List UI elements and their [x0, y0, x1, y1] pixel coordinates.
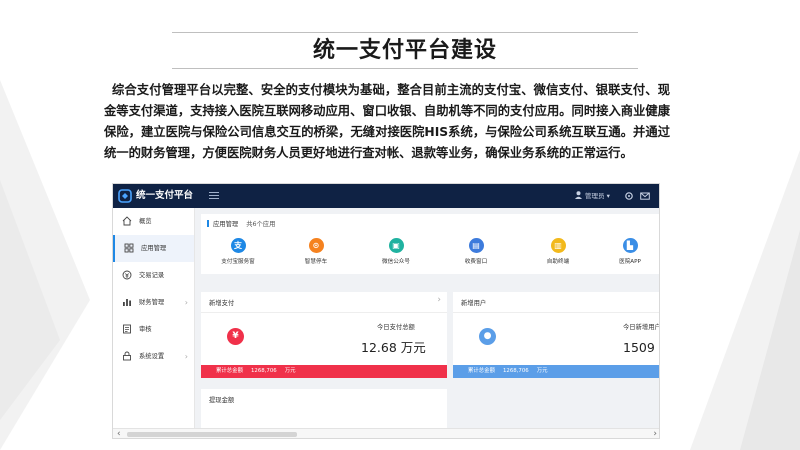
intro-paragraph: 综合支付管理平台以完整、安全的支付模块为基础，整合目前主流的支付宝、微信支付、银…: [104, 83, 670, 160]
chevron-right-icon: ›: [184, 298, 188, 307]
app-item-parking[interactable]: ⊙ 智慧停车: [281, 238, 351, 265]
scrollbar-thumb[interactable]: [127, 432, 297, 437]
sidebar-item-audit[interactable]: 审核: [113, 316, 194, 343]
user-icon: ●: [479, 328, 496, 345]
card-title: 新增支付: [209, 300, 235, 307]
card-title: 新增用户: [461, 300, 487, 307]
app-item-hospital-app[interactable]: ▙ 医院APP: [595, 238, 659, 265]
user-menu[interactable]: 管理员 ▾: [575, 184, 610, 208]
app-management-card: 应用管理 共6个应用 支 支付宝服务窗 ⊙ 智慧停车 ▣ 微信公众号 ▤ 收费窗口: [201, 214, 659, 274]
total-label: 累计总金额: [468, 368, 495, 374]
total-label: 累计总金额: [216, 368, 243, 374]
hospital-app-icon: ▙: [622, 238, 638, 253]
total-unit: 万元: [536, 368, 548, 374]
sidebar-item-label: 财务管理: [139, 299, 165, 306]
sidebar-item-finance[interactable]: 财务管理 ›: [113, 289, 194, 316]
today-users-value: 1509 个: [623, 340, 659, 355]
wechat-icon: ▣: [388, 238, 404, 253]
new-payment-card: 新增支付 › ¥ 今日支付总额 12.68 万元 累计总金额 1268,706 万元: [201, 292, 447, 378]
app-item-wechat[interactable]: ▣ 微信公众号: [361, 238, 431, 265]
sidebar-item-label: 交易记录: [139, 272, 165, 279]
app-item-counter[interactable]: ▤ 收费窗口: [441, 238, 511, 265]
sidebar: 概览 应用管理 交易记录 财务管理 › 审核 系统设置 ›: [113, 208, 195, 428]
app-title: 统一支付平台: [136, 190, 194, 201]
sidebar-item-overview[interactable]: 概览: [113, 208, 194, 235]
app-list: 支 支付宝服务窗 ⊙ 智慧停车 ▣ 微信公众号 ▤ 收费窗口 ▥ 自助终端 ▙ …: [201, 238, 659, 274]
user-icon: [575, 191, 582, 199]
app-item-label: 智慧停车: [304, 259, 328, 265]
kiosk-icon: ▥: [550, 238, 566, 253]
card-header: 应用管理 共6个应用: [207, 219, 275, 228]
top-navbar: 统一支付平台 管理员 ▾: [113, 184, 659, 208]
apps-grid-icon: [124, 243, 134, 253]
main-content: 应用管理 共6个应用 支 支付宝服务窗 ⊙ 智慧停车 ▣ 微信公众号 ▤ 收费窗口: [201, 214, 660, 429]
background-triangle-decoration: [690, 150, 800, 450]
finance-chart-icon: [123, 299, 131, 306]
background-triangle-decoration: [0, 80, 90, 450]
app-count: 共6个应用: [246, 221, 276, 228]
sidebar-item-label: 系统设置: [139, 353, 165, 360]
logo-icon: [118, 189, 132, 203]
app-item-label: 支付宝服务窗: [221, 259, 255, 265]
payment-total-bar: 累计总金额 1268,706 万元: [201, 365, 447, 378]
app-window: 统一支付平台 管理员 ▾ 概览 应用管理 交易记录 财务管理 › 审核 系统设置…: [112, 183, 660, 439]
menu-toggle-icon[interactable]: [209, 192, 219, 200]
chevron-right-icon: ›: [184, 352, 188, 361]
sidebar-item-app-management[interactable]: 应用管理: [113, 235, 194, 262]
total-unit: 万元: [284, 368, 296, 374]
home-icon: [122, 216, 132, 226]
transaction-icon: [122, 270, 132, 280]
mail-icon[interactable]: [640, 191, 650, 201]
withdraw-card: 提现金额: [201, 389, 447, 429]
parking-icon: ⊙: [308, 238, 324, 253]
title-rule: [172, 68, 638, 69]
scroll-right-icon[interactable]: ›: [653, 429, 657, 438]
app-item-label: 医院APP: [619, 259, 641, 265]
total-value: 1268,706: [250, 368, 277, 374]
yuan-icon: ¥: [227, 328, 244, 345]
settings-icon: [123, 351, 131, 361]
sidebar-item-label: 审核: [139, 326, 152, 333]
app-item-label: 自助终端: [546, 259, 570, 265]
slide-title: 统一支付平台建设: [312, 38, 497, 63]
audit-icon: [123, 324, 131, 334]
total-value: 1268,706: [502, 368, 529, 374]
scroll-left-icon[interactable]: ‹: [117, 429, 121, 438]
app-item-kiosk[interactable]: ▥ 自助终端: [523, 238, 593, 265]
app-item-label: 微信公众号: [382, 259, 410, 265]
app-item-alipay[interactable]: 支 支付宝服务窗: [203, 238, 273, 265]
users-total-bar: 累计总金额 1268,706 万元: [453, 365, 659, 378]
horizontal-scrollbar[interactable]: ‹ ›: [113, 428, 659, 438]
gear-icon[interactable]: [624, 191, 634, 201]
new-users-card: 新增用户 ● 今日新增用户 1509 个 累计总金额 1268,706 万元: [453, 292, 660, 378]
alipay-icon: 支: [230, 238, 246, 253]
sidebar-item-label: 应用管理: [141, 245, 167, 252]
chevron-down-icon: ▾: [606, 192, 610, 200]
today-payment-label: 今日支付总额: [377, 324, 415, 331]
user-name: 管理员: [585, 192, 605, 200]
counter-icon: ▤: [468, 238, 484, 253]
chevron-right-icon[interactable]: ›: [437, 295, 441, 305]
app-item-label: 收费窗口: [464, 259, 488, 265]
today-users-label: 今日新增用户: [623, 324, 660, 331]
sidebar-item-transactions[interactable]: 交易记录: [113, 262, 194, 289]
sidebar-item-label: 概览: [139, 218, 152, 225]
title-rule: [172, 32, 638, 33]
card-title: 应用管理: [213, 221, 239, 228]
sidebar-item-settings[interactable]: 系统设置 ›: [113, 343, 194, 370]
card-title: 提现金额: [209, 397, 235, 404]
today-payment-value: 12.68 万元: [361, 340, 426, 355]
